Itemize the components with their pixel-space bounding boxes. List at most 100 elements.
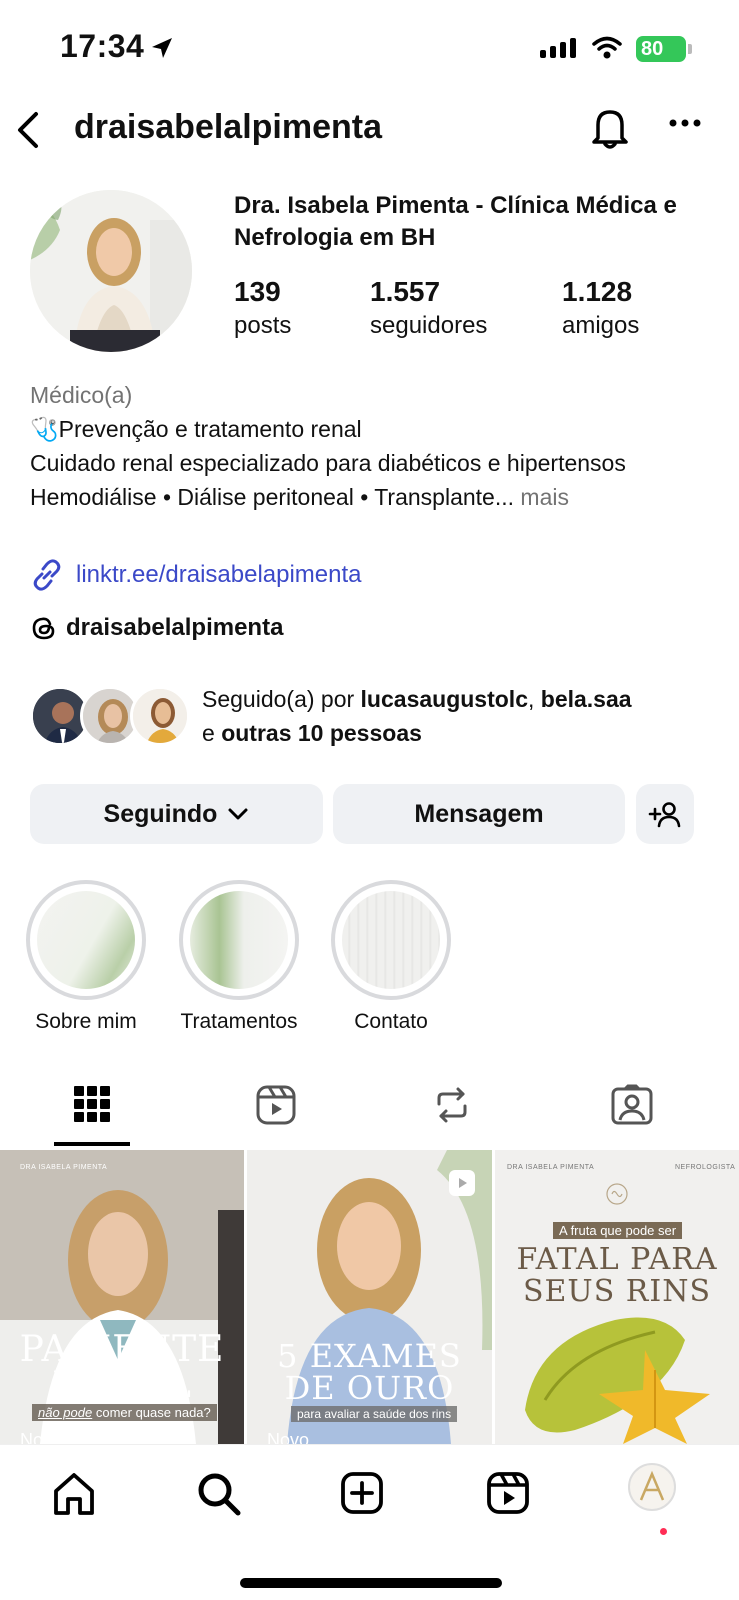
followed-by-user-1[interactable]: lucasaugustolc — [361, 686, 528, 712]
followed-by-prefix: Seguido(a) por — [202, 686, 361, 712]
highlight-ring — [331, 880, 451, 1000]
followed-by-separator: , — [527, 686, 541, 712]
bio-line-2: Cuidado renal especializado para diabéti… — [30, 450, 626, 476]
post-title-line-1: FATAL PARA — [516, 1242, 718, 1277]
highlight-label: Contato — [354, 1010, 428, 1033]
threads-badge[interactable]: draisabelalpimenta — [30, 614, 283, 642]
followed-by[interactable]: Seguido(a) por lucasaugustolc, bela.saa e… — [30, 686, 730, 748]
highlight-label: Sobre mim — [35, 1010, 137, 1033]
tagged-icon — [611, 1084, 653, 1125]
stat-friends-label: amigos — [562, 312, 640, 339]
link-icon — [33, 559, 61, 591]
profile-link[interactable]: linktr.ee/draisabelapimenta — [30, 558, 362, 592]
post-item[interactable]: DRA ISABELA PIMENTA PACIENTE RENAL não po… — [0, 1150, 244, 1444]
more-icon[interactable] — [668, 118, 702, 128]
tab-reels[interactable] — [236, 1082, 316, 1148]
location-arrow-icon — [152, 38, 172, 58]
reel-badge-icon — [449, 1170, 475, 1196]
post-title-line-1: PACIENTE — [19, 1329, 225, 1370]
post-watermark-left: DRA ISABELA PIMENTA — [507, 1164, 595, 1171]
stat-posts-label: posts — [234, 312, 292, 339]
post-title-line-2: DE OURO — [284, 1369, 455, 1407]
followed-by-joiner: e — [202, 720, 222, 746]
wifi-icon — [592, 36, 622, 59]
bio-line-1: 🩺Prevenção e tratamento renal — [30, 416, 362, 442]
battery-tip — [688, 44, 692, 54]
battery-level: 80 — [641, 38, 664, 60]
starfruit-image — [525, 1317, 710, 1444]
highlight-cover — [37, 891, 135, 989]
threads-icon — [32, 617, 55, 640]
back-icon[interactable] — [14, 110, 44, 150]
post-caption-em: não pode — [38, 1405, 93, 1420]
profile-avatar[interactable] — [30, 190, 192, 352]
add-person-icon — [648, 802, 681, 828]
highlight-cover — [190, 891, 288, 989]
profile-logo — [639, 1470, 665, 1501]
signal-icon — [540, 38, 576, 58]
following-label: Seguindo — [103, 799, 218, 828]
post-title-line-1: 5 EXAMES — [277, 1337, 462, 1375]
profile-tabs — [0, 1082, 739, 1148]
post-watermark-right: NEFROLOGISTA — [675, 1164, 736, 1171]
reels-nav-icon[interactable] — [486, 1471, 530, 1515]
bell-icon[interactable] — [590, 106, 630, 150]
home-indicator — [240, 1578, 502, 1588]
highlight-ring — [179, 880, 299, 1000]
tab-posts[interactable] — [52, 1082, 132, 1148]
stat-followers-value: 1.557 — [370, 276, 441, 307]
battery-indicator: 80 — [636, 36, 686, 62]
bio-line-3-text: Hemodiálise • Diálise peritoneal • Trans… — [30, 484, 515, 510]
highlight-contato[interactable]: Contato — [330, 880, 452, 1034]
tab-reposts[interactable] — [412, 1082, 492, 1148]
stat-posts[interactable]: 139 posts — [234, 276, 291, 340]
post-title: 5 EXAMES DE OURO — [247, 1340, 492, 1404]
tab-tagged[interactable] — [592, 1082, 672, 1148]
bottom-navigation — [0, 1444, 739, 1544]
message-button[interactable]: Mensagem — [333, 784, 625, 844]
highlight-tratamentos[interactable]: Tratamentos — [178, 880, 300, 1034]
post-item[interactable]: DRA ISABELA PIMENTA NEFROLOGISTA A fruta… — [495, 1150, 739, 1444]
profile-category: Médico(a) — [30, 382, 133, 408]
post-new-label: Novo — [20, 1430, 63, 1444]
post-new-label: Novo — [267, 1430, 310, 1444]
add-person-button[interactable] — [636, 784, 694, 844]
post-item[interactable]: 5 EXAMES DE OURO para avaliar a saúde dos… — [247, 1150, 492, 1444]
logo-icon — [606, 1183, 628, 1205]
profile-username: draisabelalpimenta — [74, 108, 383, 146]
grid-icon — [74, 1086, 110, 1122]
follower-avatar-3 — [130, 686, 190, 746]
post-caption-rest: comer quase nada? — [92, 1405, 211, 1420]
post-watermark: DRA ISABELA PIMENTA — [20, 1164, 108, 1171]
profile-icon[interactable] — [628, 1463, 676, 1511]
message-label: Mensagem — [414, 799, 544, 828]
post-title-line-2: RENAL — [52, 1365, 192, 1406]
posts-grid: DRA ISABELA PIMENTA PACIENTE RENAL não po… — [0, 1150, 739, 1444]
highlight-sobre-mim[interactable]: Sobre mim — [25, 880, 147, 1034]
stat-friends-value: 1.128 — [562, 276, 633, 307]
status-bar: 17:34 80 — [0, 0, 739, 100]
reposts-icon — [437, 1087, 467, 1123]
followed-by-others[interactable]: outras 10 pessoas — [221, 720, 422, 746]
stat-followers[interactable]: 1.557 seguidores — [370, 276, 487, 340]
stat-followers-label: seguidores — [370, 312, 488, 339]
stat-friends[interactable]: 1.128 amigos — [562, 276, 639, 340]
following-button[interactable]: Seguindo — [30, 784, 323, 844]
bio-more-link[interactable]: mais — [520, 484, 569, 510]
bio-line-3: Hemodiálise • Diálise peritoneal • Trans… — [30, 480, 720, 514]
post-title: PACIENTE RENAL — [0, 1332, 244, 1404]
highlight-cover — [342, 891, 440, 989]
status-time: 17:34 — [60, 28, 145, 64]
home-icon[interactable] — [52, 1471, 96, 1517]
post-caption: não pode comer quase nada? — [32, 1404, 217, 1421]
post-kicker: A fruta que pode ser — [553, 1222, 683, 1239]
search-icon[interactable] — [196, 1471, 242, 1517]
threads-handle: draisabelalpimenta — [66, 614, 284, 641]
profile-display-name: Dra. Isabela Pimenta - Clínica Médica e … — [234, 192, 677, 251]
create-icon[interactable] — [340, 1471, 384, 1515]
followed-by-user-2[interactable]: bela.saa — [541, 686, 632, 712]
highlight-ring — [26, 880, 146, 1000]
tab-active-indicator — [54, 1142, 130, 1146]
stat-posts-value: 139 — [234, 276, 281, 307]
reels-icon — [256, 1085, 296, 1125]
